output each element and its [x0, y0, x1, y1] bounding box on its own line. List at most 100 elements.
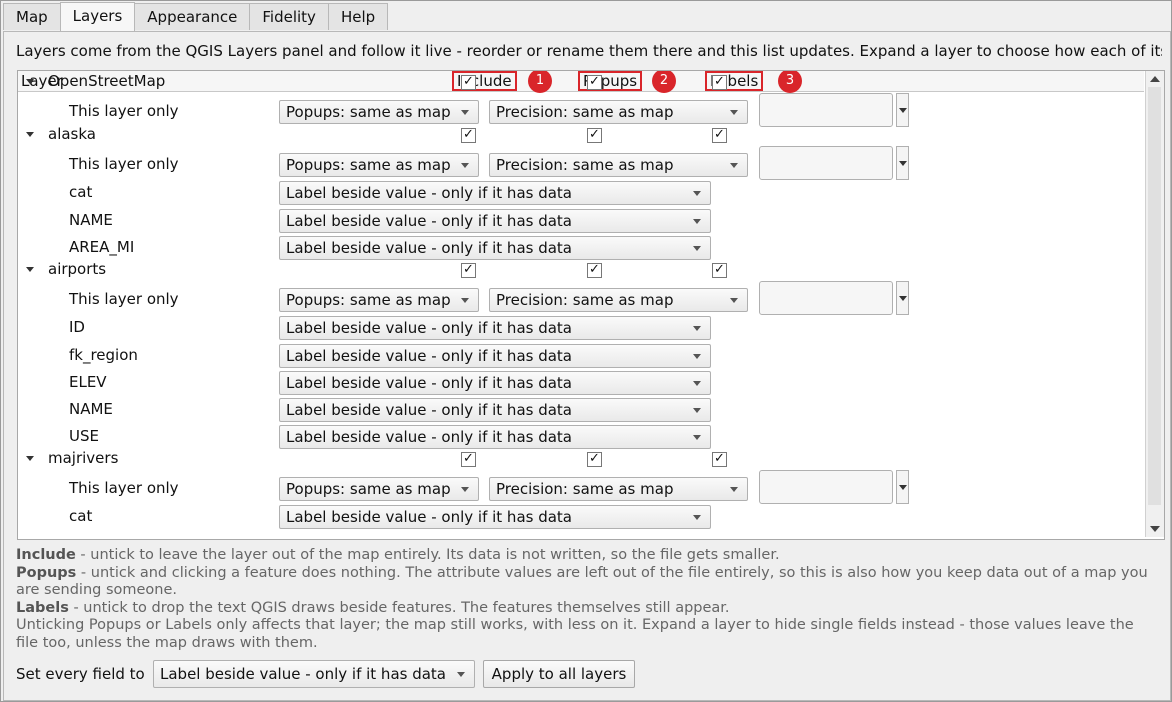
this-layer-only-label: This layer only: [69, 155, 179, 173]
labels-checkbox[interactable]: ✓: [712, 75, 727, 90]
chevron-down-icon: [461, 487, 469, 492]
field-display-select-value: Label beside value - only if it has data: [286, 184, 573, 202]
help-include-text: - untick to leave the layer out of the m…: [75, 547, 780, 563]
labels-checkbox[interactable]: ✓: [712, 128, 727, 143]
field-display-select[interactable]: Label beside value - only if it has data: [279, 344, 711, 368]
include-checkbox[interactable]: ✓: [461, 75, 476, 90]
this-layer-only-label: This layer only: [69, 290, 179, 308]
field-display-select[interactable]: Label beside value - only if it has data: [279, 505, 711, 529]
chevron-down-icon: [693, 515, 701, 520]
layer-color-dropdown[interactable]: [896, 146, 909, 180]
scroll-thumb[interactable]: [1148, 87, 1161, 505]
set-every-field-select[interactable]: Label beside value - only if it has data: [153, 660, 475, 688]
popups-checkbox[interactable]: ✓: [587, 452, 602, 467]
layer-color-picker[interactable]: [759, 470, 893, 504]
field-display-select[interactable]: Label beside value - only if it has data: [279, 316, 711, 340]
chevron-down-icon: [899, 108, 907, 113]
labels-checkbox[interactable]: ✓: [712, 452, 727, 467]
field-display-select-value: Label beside value - only if it has data: [286, 239, 573, 257]
include-checkbox[interactable]: ✓: [461, 263, 476, 278]
layer-popups-select[interactable]: Popups: same as map: [279, 288, 479, 312]
popups-checkbox[interactable]: ✓: [587, 128, 602, 143]
field-name: USE: [69, 427, 99, 445]
tree-rows: OpenStreetMap ✓ ✓ ✓ This layer only Popups: s…: [18, 71, 1144, 537]
layer-precision-select-value: Precision: same as map: [496, 291, 674, 309]
chevron-down-icon: [693, 354, 701, 359]
caret-down-icon[interactable]: [26, 132, 34, 137]
field-display-select-value: Label beside value - only if it has data: [286, 508, 573, 526]
field-display-select[interactable]: Label beside value - only if it has data: [279, 398, 711, 422]
layer-popups-select[interactable]: Popups: same as map: [279, 153, 479, 177]
layer-precision-select-value: Precision: same as map: [496, 156, 674, 174]
field-display-select[interactable]: Label beside value - only if it has data: [279, 181, 711, 205]
tab-help[interactable]: Help: [327, 3, 389, 30]
layer-precision-select-value: Precision: same as map: [496, 103, 674, 121]
layer-color-dropdown[interactable]: [896, 281, 909, 315]
field-name: NAME: [69, 211, 113, 229]
scroll-down-icon[interactable]: [1150, 526, 1160, 532]
layer-precision-select-value: Precision: same as map: [496, 480, 674, 498]
layer-color-dropdown[interactable]: [896, 93, 909, 127]
layer-color-dropdown[interactable]: [896, 470, 909, 504]
field-display-select[interactable]: Label beside value - only if it has data: [279, 209, 711, 233]
tab-layers[interactable]: Layers: [59, 2, 136, 32]
apply-to-all-layers-button[interactable]: Apply to all layers: [483, 660, 635, 688]
chevron-down-icon: [461, 298, 469, 303]
help-popups-text: - untick and clicking a feature does not…: [16, 564, 1148, 599]
caret-down-icon[interactable]: [26, 456, 34, 461]
field-name: AREA_MI: [69, 238, 135, 256]
chevron-down-icon: [899, 161, 907, 166]
tree-scrollbar[interactable]: [1145, 71, 1164, 537]
layer-color-picker[interactable]: [759, 281, 893, 315]
layer-color-picker[interactable]: [759, 146, 893, 180]
include-checkbox[interactable]: ✓: [461, 128, 476, 143]
include-checkbox[interactable]: ✓: [461, 452, 476, 467]
tab-bar: Map Layers Appearance Fidelity Help: [3, 2, 389, 32]
field-name: NAME: [69, 400, 113, 418]
this-layer-only-label: This layer only: [69, 102, 179, 120]
set-every-field-label: Set every field to: [16, 665, 145, 683]
layer-precision-select[interactable]: Precision: same as map: [489, 477, 748, 501]
chevron-down-icon: [693, 246, 701, 251]
scroll-up-icon[interactable]: [1150, 76, 1160, 82]
popups-checkbox[interactable]: ✓: [587, 263, 602, 278]
layer-name[interactable]: majrivers: [48, 449, 118, 467]
layer-popups-select-value: Popups: same as map: [286, 103, 451, 121]
help-labels: Labels - untick to drop the text QGIS dr…: [16, 600, 1156, 618]
layer-precision-select[interactable]: Precision: same as map: [489, 100, 748, 124]
chevron-down-icon: [693, 435, 701, 440]
layer-precision-select[interactable]: Precision: same as map: [489, 153, 748, 177]
field-name: fk_region: [69, 346, 138, 364]
caret-down-icon[interactable]: [26, 267, 34, 272]
popups-checkbox[interactable]: ✓: [587, 75, 602, 90]
layer-name[interactable]: airports: [48, 260, 106, 278]
layer-popups-select[interactable]: Popups: same as map: [279, 477, 479, 501]
field-name: ELEV: [69, 373, 107, 391]
chevron-down-icon: [693, 191, 701, 196]
layer-name[interactable]: OpenStreetMap: [48, 72, 165, 90]
help-include-term: Include: [16, 547, 76, 563]
tab-map[interactable]: Map: [3, 3, 61, 30]
labels-checkbox[interactable]: ✓: [712, 263, 727, 278]
chevron-down-icon: [899, 296, 907, 301]
field-display-select-value: Label beside value - only if it has data: [286, 212, 573, 230]
chevron-down-icon: [693, 381, 701, 386]
layer-name[interactable]: alaska: [48, 125, 96, 143]
chevron-down-icon: [457, 672, 465, 677]
field-display-select-value: Label beside value - only if it has data: [286, 319, 573, 337]
field-display-select-value: Label beside value - only if it has data: [286, 401, 573, 419]
field-display-select[interactable]: Label beside value - only if it has data: [279, 371, 711, 395]
help-labels-term: Labels: [16, 599, 69, 616]
field-display-select[interactable]: Label beside value - only if it has data: [279, 236, 711, 260]
field-name: cat: [69, 183, 93, 201]
chevron-down-icon: [899, 485, 907, 490]
layer-color-picker[interactable]: [759, 93, 893, 127]
this-layer-only-label: This layer only: [69, 479, 179, 497]
caret-down-icon[interactable]: [26, 79, 34, 84]
tab-appearance[interactable]: Appearance: [134, 3, 251, 30]
tab-fidelity[interactable]: Fidelity: [249, 3, 329, 30]
layers-tree: Layer Include 1 Popups 2 Labels 3 OpenSt…: [17, 70, 1165, 540]
field-display-select[interactable]: Label beside value - only if it has data: [279, 425, 711, 449]
layer-popups-select[interactable]: Popups: same as map: [279, 100, 479, 124]
layer-precision-select[interactable]: Precision: same as map: [489, 288, 748, 312]
